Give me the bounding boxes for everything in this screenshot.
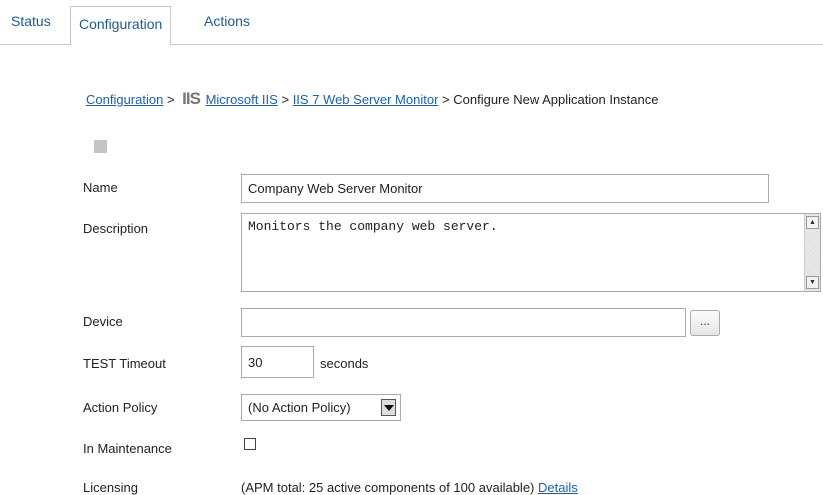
device-input[interactable] (241, 308, 686, 337)
chevron-down-icon[interactable] (381, 399, 396, 416)
device-browse-button[interactable]: ... (690, 310, 720, 336)
description-text: Monitors the company web server. (248, 219, 498, 234)
licensing-label: Licensing (83, 480, 138, 495)
timeout-unit: seconds (320, 356, 369, 371)
breadcrumb-separator: > (166, 92, 175, 107)
iis-logo-icon: IIS (182, 89, 201, 108)
maintenance-label: In Maintenance (83, 441, 172, 456)
breadcrumb-separator: > (442, 92, 450, 107)
tab-status[interactable]: Status (11, 8, 51, 34)
timeout-label: TEST Timeout (83, 356, 166, 371)
timeout-input[interactable] (241, 346, 314, 378)
scroll-down-icon[interactable]: ▼ (806, 276, 819, 289)
breadcrumb-configuration-link[interactable]: Configuration (86, 92, 163, 107)
name-label: Name (83, 180, 118, 195)
tab-actions[interactable]: Actions (204, 8, 250, 34)
breadcrumb: Configuration > IIS Microsoft IIS > IIS … (86, 89, 658, 109)
description-textarea[interactable]: Monitors the company web server. ▲ ▼ (241, 213, 821, 292)
action-policy-label: Action Policy (83, 400, 158, 415)
scroll-up-icon[interactable]: ▲ (806, 216, 819, 229)
licensing-text: (APM total: 25 active components of 100 … (241, 480, 535, 495)
device-label: Device (83, 314, 123, 329)
application-icon (94, 140, 107, 153)
breadcrumb-microsoft-iis-link[interactable]: Microsoft IIS (206, 92, 278, 107)
breadcrumb-separator: > (281, 92, 290, 107)
tab-bar: Status Configuration Actions (0, 0, 823, 46)
name-input[interactable] (241, 174, 769, 203)
tab-configuration[interactable]: Configuration (70, 6, 172, 46)
action-policy-value: (No Action Policy) (248, 400, 351, 415)
licensing-info: (APM total: 25 active components of 100 … (241, 480, 578, 495)
action-policy-select[interactable]: (No Action Policy) (241, 394, 401, 421)
description-scrollbar[interactable]: ▲ ▼ (804, 214, 820, 291)
breadcrumb-current: Configure New Application Instance (453, 92, 659, 107)
description-label: Description (83, 221, 149, 236)
licensing-details-link[interactable]: Details (538, 480, 578, 495)
maintenance-checkbox[interactable] (244, 438, 256, 450)
breadcrumb-iis7-link[interactable]: IIS 7 Web Server Monitor (293, 92, 439, 107)
